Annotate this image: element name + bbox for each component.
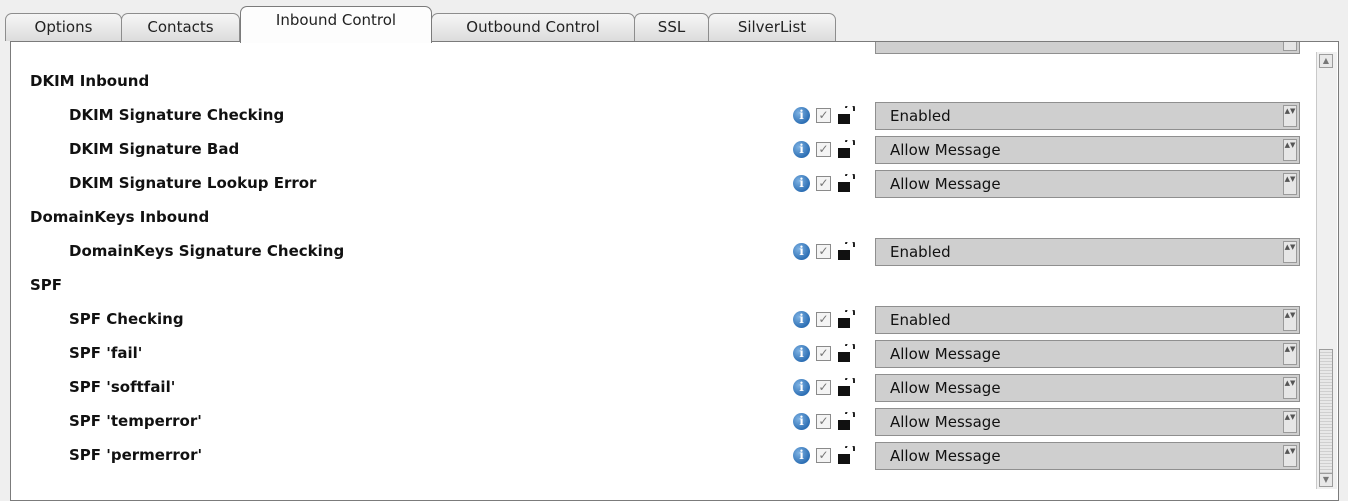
select-arrows-icon: ▲▼ xyxy=(1283,343,1297,365)
setting-label: SPF 'fail' xyxy=(69,344,143,362)
section-header: DKIM Inbound xyxy=(11,68,1338,100)
setting-select[interactable]: Allow Message ▲▼ xyxy=(875,136,1300,164)
tab-inbound-control[interactable]: Inbound Control xyxy=(240,6,432,43)
scroll-thumb[interactable] xyxy=(1319,349,1333,479)
setting-row: SPF 'permerror' i ✓ Allow Message ▲▼ xyxy=(11,442,1338,474)
info-icon[interactable]: i xyxy=(793,141,810,158)
tab-outbound-control[interactable]: Outbound Control xyxy=(431,13,635,41)
setting-row: DKIM Signature Bad i ✓ Allow Message ▲▼ xyxy=(11,136,1338,168)
info-icon[interactable]: i xyxy=(793,311,810,328)
setting-select[interactable]: Allow Message ▲▼ xyxy=(875,442,1300,470)
setting-row: SPF 'temperror' i ✓ Allow Message ▲▼ xyxy=(11,408,1338,440)
unlock-icon[interactable] xyxy=(837,409,855,432)
select-value: Enabled xyxy=(890,311,951,329)
setting-label: SPF Checking xyxy=(69,310,184,328)
setting-select[interactable]: Allow Message ▲▼ xyxy=(875,374,1300,402)
setting-select[interactable]: Allow Message ▲▼ xyxy=(875,340,1300,368)
select-value: Allow Message xyxy=(890,141,1001,159)
partial-select[interactable]: ▲▼ xyxy=(875,42,1300,54)
select-value: Allow Message xyxy=(890,379,1001,397)
info-icon[interactable]: i xyxy=(793,345,810,362)
unlock-icon[interactable] xyxy=(837,103,855,126)
info-icon[interactable]: i xyxy=(793,175,810,192)
tab-silverlist[interactable]: SilverList xyxy=(708,13,836,41)
select-arrows-icon: ▲▼ xyxy=(1283,377,1297,399)
checkbox-icon[interactable]: ✓ xyxy=(816,380,831,395)
setting-label: SPF 'permerror' xyxy=(69,446,203,464)
tab-contacts[interactable]: Contacts xyxy=(121,13,240,41)
info-icon[interactable]: i xyxy=(793,413,810,430)
checkbox-icon[interactable]: ✓ xyxy=(816,176,831,191)
select-value: Enabled xyxy=(890,243,951,261)
section-header: SPF xyxy=(11,272,1338,304)
checkbox-icon[interactable]: ✓ xyxy=(816,244,831,259)
unlock-icon[interactable] xyxy=(837,239,855,262)
select-arrows-icon: ▲▼ xyxy=(1283,173,1297,195)
unlock-icon[interactable] xyxy=(837,341,855,364)
unlock-icon[interactable] xyxy=(837,307,855,330)
select-arrows-icon: ▲▼ xyxy=(1283,139,1297,161)
vertical-scrollbar[interactable]: ▲ ▼ xyxy=(1316,52,1337,489)
checkbox-icon[interactable]: ✓ xyxy=(816,312,831,327)
section-title: DomainKeys Inbound xyxy=(30,208,210,226)
tab-bar: Options Contacts Inbound Control Outboun… xyxy=(0,0,1348,43)
select-arrows-icon: ▲▼ xyxy=(1283,241,1297,263)
select-value: Allow Message xyxy=(890,447,1001,465)
checkbox-icon[interactable]: ✓ xyxy=(816,108,831,123)
tab-ssl[interactable]: SSL xyxy=(634,13,709,41)
scroll-down-button[interactable]: ▼ xyxy=(1319,473,1333,487)
tab-options[interactable]: Options xyxy=(5,13,122,41)
setting-label: DKIM Signature Checking xyxy=(69,106,285,124)
setting-select[interactable]: Enabled ▲▼ xyxy=(875,306,1300,334)
select-arrows-icon: ▲▼ xyxy=(1283,309,1297,331)
setting-row: SPF 'softfail' i ✓ Allow Message ▲▼ xyxy=(11,374,1338,406)
unlock-icon[interactable] xyxy=(837,137,855,160)
setting-select[interactable]: Enabled ▲▼ xyxy=(875,238,1300,266)
info-icon[interactable]: i xyxy=(793,243,810,260)
unlock-icon[interactable] xyxy=(837,443,855,466)
setting-label: SPF 'temperror' xyxy=(69,412,202,430)
select-arrows-icon: ▲▼ xyxy=(1283,411,1297,433)
setting-select[interactable]: Enabled ▲▼ xyxy=(875,102,1300,130)
unlock-icon[interactable] xyxy=(837,375,855,398)
info-icon[interactable]: i xyxy=(793,107,810,124)
unlock-icon[interactable] xyxy=(837,171,855,194)
checkbox-icon[interactable]: ✓ xyxy=(816,346,831,361)
scroll-up-button[interactable]: ▲ xyxy=(1319,54,1333,68)
select-arrows-icon: ▲▼ xyxy=(1283,105,1297,127)
setting-label: SPF 'softfail' xyxy=(69,378,176,396)
checkbox-icon[interactable]: ✓ xyxy=(816,414,831,429)
select-arrows-icon: ▲▼ xyxy=(1283,42,1297,51)
settings-panel: ▲▼ DKIM InboundDKIM Signature Checkingi✓… xyxy=(10,41,1339,501)
partial-row: ▲▼ xyxy=(11,42,1338,58)
setting-select[interactable]: Allow Message ▲▼ xyxy=(875,408,1300,436)
setting-row: DKIM Signature Lookup Error i ✓ Allow Messa… xyxy=(11,170,1338,202)
section-header: DomainKeys Inbound xyxy=(11,204,1338,236)
setting-row: DKIM Signature Checking i ✓ Enabled ▲▼ xyxy=(11,102,1338,134)
info-icon[interactable]: i xyxy=(793,447,810,464)
select-value: Allow Message xyxy=(890,345,1001,363)
select-value: Enabled xyxy=(890,107,951,125)
checkbox-icon[interactable]: ✓ xyxy=(816,448,831,463)
select-value: Allow Message xyxy=(890,413,1001,431)
setting-row: DomainKeys Signature Checking i ✓ Enabled ▲▼ xyxy=(11,238,1338,270)
section-title: DKIM Inbound xyxy=(30,72,150,90)
select-value: Allow Message xyxy=(890,175,1001,193)
setting-label: DKIM Signature Bad xyxy=(69,140,240,158)
setting-row: SPF Checking i ✓ Enabled ▲▼ xyxy=(11,306,1338,338)
info-icon[interactable]: i xyxy=(793,379,810,396)
section-title: SPF xyxy=(30,276,63,294)
setting-label: DKIM Signature Lookup Error xyxy=(69,174,317,192)
setting-label: DomainKeys Signature Checking xyxy=(69,242,345,260)
select-arrows-icon: ▲▼ xyxy=(1283,445,1297,467)
setting-select[interactable]: Allow Message ▲▼ xyxy=(875,170,1300,198)
setting-row: SPF 'fail' i ✓ Allow Message ▲▼ xyxy=(11,340,1338,372)
checkbox-icon[interactable]: ✓ xyxy=(816,142,831,157)
